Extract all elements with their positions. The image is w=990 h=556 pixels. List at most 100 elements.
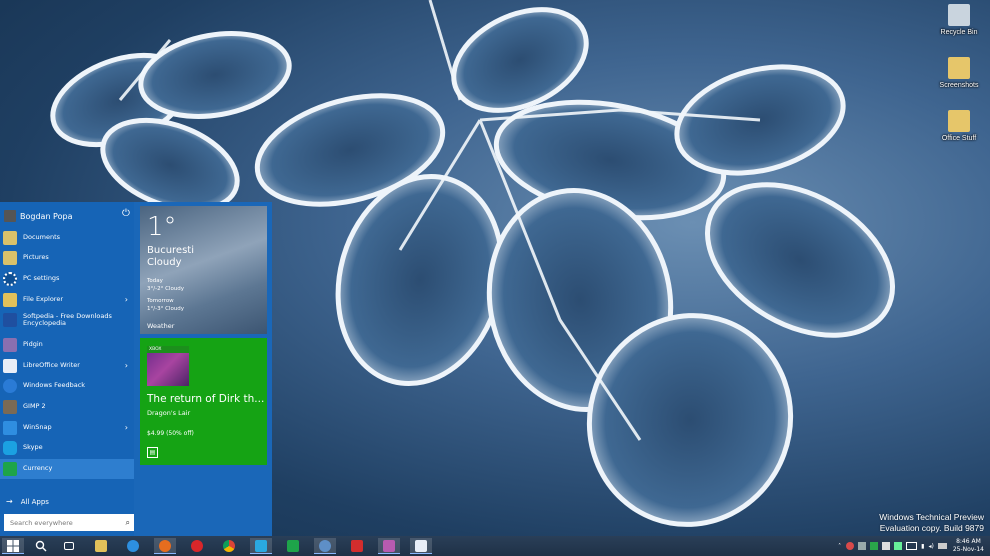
chevron-right-icon[interactable]: › — [125, 362, 128, 370]
recycle-bin-desktop-icon[interactable]: Recycle Bin — [933, 4, 985, 36]
tray-app-icon[interactable] — [882, 542, 891, 550]
recycle-bin-icon — [948, 4, 970, 26]
network-icon[interactable]: ▮ — [921, 543, 924, 550]
xbox-badge: XBOX — [147, 346, 189, 353]
start-item-softpedia[interactable]: Softpedia - Free Downloads Encyclopedia — [3, 310, 134, 330]
start-item-documents[interactable]: Documents — [3, 228, 134, 248]
app-red-icon — [351, 540, 363, 552]
weather-location: Bucuresti Cloudy — [147, 245, 194, 269]
start-item-label: Softpedia - Free Downloads Encyclopedia — [23, 311, 112, 327]
search-box[interactable]: Search everywhere ⌕ — [4, 514, 134, 531]
pictures-icon — [3, 251, 17, 265]
feedback-icon — [3, 379, 17, 393]
start-item-pidgin[interactable]: Pidgin — [3, 335, 134, 355]
softpedia-icon — [3, 313, 17, 327]
screenshots-label: Screenshots — [939, 82, 979, 89]
taskbar: ˄ ▮ ◂) 8:46 AM 25-Nov-14 — [0, 536, 990, 556]
taskbar-firefox[interactable] — [154, 538, 176, 554]
user-account[interactable]: Bogdan Popa — [4, 208, 132, 224]
taskbar-internet-explorer[interactable] — [122, 538, 144, 554]
weather-forecast: Today 3°/-2° Cloudy Tomorrow 1°/-3° Clou… — [147, 277, 184, 313]
weather-tile[interactable]: 1° Bucuresti Cloudy Today 3°/-2° Cloudy … — [140, 206, 267, 334]
start-item-label: Pidgin — [23, 340, 43, 349]
weather-condition: Cloudy — [147, 257, 182, 268]
start-item-label: Windows Feedback — [23, 381, 86, 390]
watermark-line-1: Windows Technical Preview — [879, 512, 984, 522]
weather-temperature: 1° — [147, 212, 177, 242]
start-item-gimp[interactable]: GIMP 2 — [3, 397, 134, 417]
start-item-libreoffice-writer[interactable]: LibreOffice Writer › — [3, 356, 134, 376]
taskbar-app-red[interactable] — [346, 538, 368, 554]
start-item-label: Skype — [23, 443, 43, 452]
taskbar-chrome[interactable] — [218, 538, 240, 554]
skype-icon — [3, 441, 17, 455]
office-stuff-desktop-icon[interactable]: Office Stuff — [933, 110, 985, 142]
taskbar-search-button[interactable] — [30, 538, 52, 554]
forecast-today-value: 3°/-2° Cloudy — [147, 286, 185, 292]
evaluation-watermark: Windows Technical Preview Evaluation cop… — [879, 512, 984, 534]
power-status-icon[interactable] — [906, 542, 918, 550]
start-item-pc-settings[interactable]: PC settings — [3, 269, 134, 289]
writer-icon — [3, 359, 17, 373]
firefox-icon — [159, 539, 171, 552]
search-icon[interactable]: ⌕ — [126, 518, 130, 528]
office-stuff-label: Office Stuff — [941, 135, 977, 142]
taskbar-store[interactable] — [282, 538, 304, 554]
taskbar-twitter[interactable] — [250, 538, 272, 554]
start-item-winsnap[interactable]: WinSnap › — [3, 418, 134, 438]
start-item-currency[interactable]: Currency — [0, 459, 134, 479]
start-item-skype[interactable]: Skype — [3, 438, 134, 458]
clock[interactable]: 8:46 AM 25-Nov-14 — [953, 538, 984, 554]
search-input[interactable]: Search everywhere — [10, 519, 73, 527]
start-item-label: PC settings — [23, 274, 60, 283]
taskbar-file-explorer[interactable] — [90, 538, 112, 554]
taskbar-app-mixed[interactable] — [378, 538, 400, 554]
start-menu: Bogdan Popa Documents Pictures PC settin… — [0, 202, 272, 536]
opera-icon — [191, 540, 203, 552]
all-apps-label: All Apps — [20, 497, 49, 506]
task-view-button[interactable] — [58, 538, 80, 554]
arrow-right-icon: → — [6, 497, 13, 506]
taskbar-opera[interactable] — [186, 538, 208, 554]
store-icon: ▤ — [147, 447, 158, 458]
volume-icon[interactable]: ◂) — [928, 543, 933, 550]
taskbar-thunderbird[interactable] — [314, 538, 336, 554]
tray-app-icon[interactable] — [846, 542, 855, 550]
clock-date: 25-Nov-14 — [952, 546, 984, 553]
clock-time: 8:46 AM — [956, 538, 981, 545]
all-apps-button[interactable]: → All Apps — [6, 497, 49, 506]
chevron-right-icon[interactable]: › — [125, 424, 128, 432]
start-item-pictures[interactable]: Pictures — [3, 248, 134, 268]
writer-icon — [415, 539, 427, 552]
store-tile[interactable]: XBOX The return of Dirk th... Dragon's L… — [140, 338, 267, 465]
app-mixed-icon — [383, 539, 395, 552]
store-icon — [287, 540, 299, 552]
start-menu-app-list: Bogdan Popa Documents Pictures PC settin… — [0, 202, 134, 536]
chevron-right-icon[interactable]: › — [125, 296, 128, 304]
gear-icon — [3, 272, 17, 286]
folder-icon — [3, 293, 17, 307]
screenshots-desktop-icon[interactable]: Screenshots — [933, 57, 985, 89]
forecast-tomorrow-label: Tomorrow — [147, 298, 174, 304]
tray-app-icon[interactable] — [894, 542, 903, 550]
start-item-label: WinSnap — [23, 423, 52, 432]
tray-app-icon[interactable] — [858, 542, 867, 550]
start-item-label: File Explorer — [23, 295, 64, 304]
search-icon — [35, 540, 47, 552]
chevron-up-icon[interactable]: ˄ — [838, 543, 841, 550]
taskbar-writer[interactable] — [410, 538, 432, 554]
twitter-icon — [255, 539, 267, 552]
avatar — [4, 210, 16, 222]
system-tray: ˄ ▮ ◂) 8:46 AM 25-Nov-14 — [838, 536, 984, 556]
start-item-windows-feedback[interactable]: Windows Feedback — [3, 376, 134, 396]
thunderbird-icon — [319, 539, 331, 552]
start-button[interactable] — [2, 538, 24, 554]
pidgin-icon — [3, 338, 17, 352]
start-item-file-explorer[interactable]: File Explorer › — [3, 290, 134, 310]
user-name: Bogdan Popa — [20, 211, 73, 221]
keyboard-icon[interactable] — [937, 543, 947, 549]
store-item-price: $4.99 (50% off) — [147, 430, 194, 437]
tray-app-icon[interactable] — [870, 542, 879, 550]
folder-icon — [948, 57, 970, 79]
file-explorer-icon — [95, 540, 107, 552]
